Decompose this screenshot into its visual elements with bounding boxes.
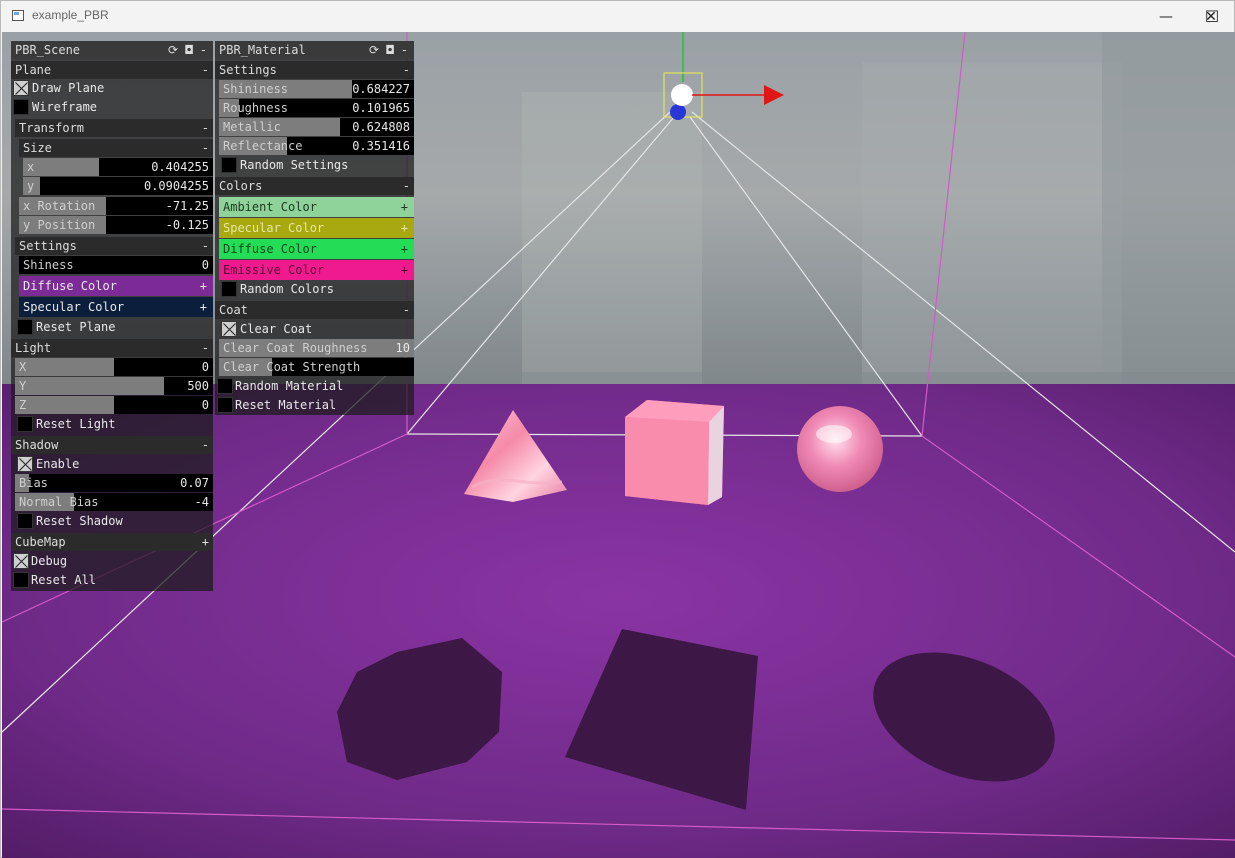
checkbox-icon	[221, 157, 237, 173]
shadow-normal-bias-slider[interactable]: Normal Bias -4	[15, 493, 213, 511]
reset-shadow-toggle[interactable]: Reset Shadow	[15, 512, 213, 530]
metallic-slider[interactable]: Metallic 0.624808	[219, 118, 414, 136]
reset-all-toggle[interactable]: Reset All	[11, 571, 213, 589]
light-y-slider[interactable]: Y 500	[15, 377, 213, 395]
reset-plane-toggle[interactable]: Reset Plane	[15, 318, 213, 336]
app-window: example_PBR — ☐ ✕ PBR_Scene ⟳ ◘ - Plane …	[0, 0, 1235, 858]
checkbox-icon	[217, 397, 233, 413]
emissive-color-picker[interactable]: Emissive Color +	[219, 260, 414, 280]
checkbox-icon	[13, 553, 29, 569]
material-panel-title: PBR_Material	[219, 43, 306, 57]
title-bar[interactable]: example_PBR — ☐	[1, 1, 1234, 32]
light-group-header[interactable]: Light -	[11, 339, 213, 357]
clear-coat-roughness-slider[interactable]: Clear Coat Roughness 10	[219, 339, 414, 357]
colors-group-header[interactable]: Colors -	[215, 177, 414, 195]
checkbox-icon	[221, 321, 237, 337]
plane-specular-color[interactable]: Specular Color +	[19, 297, 213, 317]
material-settings-header[interactable]: Settings -	[215, 61, 414, 79]
light-z-slider[interactable]: Z0	[15, 396, 213, 414]
panel-header-icons: ⟳ ◘ -	[369, 43, 408, 57]
checkbox-icon[interactable]	[13, 80, 29, 96]
ambient-color-picker[interactable]: Ambient Color +	[219, 197, 414, 217]
pbr-material-panel: PBR_Material ⟳ ◘ - Settings - Shininess 0.…	[215, 41, 414, 415]
shininess-slider[interactable]: Shininess 0.684227	[219, 80, 414, 98]
checkbox-icon	[13, 572, 29, 588]
expand-plus-icon: +	[199, 279, 207, 293]
scene-panel-header[interactable]: PBR_Scene ⟳ ◘ -	[11, 41, 213, 59]
3d-viewport[interactable]: PBR_Scene ⟳ ◘ - Plane - Draw Plane Wirefr…	[2, 32, 1235, 858]
sphere-object	[797, 406, 883, 492]
expand-plus-icon: +	[400, 200, 408, 214]
draw-plane-toggle[interactable]: Draw Plane	[11, 79, 213, 97]
coat-group-header[interactable]: Coat -	[215, 301, 414, 319]
checkbox-icon	[17, 513, 33, 529]
expand-plus-icon: +	[400, 242, 408, 256]
light-x-slider[interactable]: X0	[15, 358, 213, 376]
cubemap-debug-toggle[interactable]: Debug	[11, 552, 213, 570]
expand-plus-icon: +	[400, 221, 408, 235]
plane-diffuse-color[interactable]: Diffuse Color +	[19, 276, 213, 296]
cubemap-group-header[interactable]: CubeMap +	[11, 533, 213, 551]
diffuse-color-picker[interactable]: Diffuse Color +	[219, 239, 414, 259]
checkbox-icon[interactable]	[13, 99, 29, 115]
random-settings-toggle[interactable]: Random Settings	[219, 156, 414, 174]
reset-material-toggle[interactable]: Reset Material	[215, 396, 414, 414]
checkbox-icon	[217, 378, 233, 394]
scene-panel-title: PBR_Scene	[15, 43, 81, 57]
clear-coat-strength-slider[interactable]: Clear Coat Strength	[219, 358, 414, 376]
app-icon	[12, 10, 24, 21]
shadow-enable-toggle[interactable]: Enable	[15, 455, 213, 473]
panel-header-icons[interactable]: ⟳ ◘ -	[168, 41, 207, 59]
specular-color-picker[interactable]: Specular Color +	[219, 218, 414, 238]
rotation-slider[interactable]: x Rotation -71.25	[19, 197, 213, 215]
checkbox-icon	[17, 456, 33, 472]
checkbox-icon	[17, 416, 33, 432]
expand-plus-icon: +	[400, 263, 408, 277]
shadow-group-header[interactable]: Shadow -	[11, 436, 213, 454]
position-slider[interactable]: y Position -0.125	[19, 216, 213, 234]
random-material-toggle[interactable]: Random Material	[215, 377, 414, 395]
wireframe-toggle[interactable]: Wireframe	[11, 98, 213, 116]
plane-group-header[interactable]: Plane -	[11, 61, 213, 79]
size-group-header[interactable]: Size -	[19, 139, 213, 157]
transform-group-header[interactable]: Transform -	[15, 119, 213, 137]
reflectance-slider[interactable]: Reflectance 0.351416	[219, 137, 414, 155]
plane-settings-header[interactable]: Settings -	[15, 237, 213, 255]
size-x-slider[interactable]: x 0.404255	[23, 158, 213, 176]
checkbox-icon	[221, 281, 237, 297]
window-title: example_PBR	[32, 8, 109, 22]
reset-light-toggle[interactable]: Reset Light	[15, 415, 213, 433]
plane-shininess-slider[interactable]: Shiness 0	[19, 256, 213, 274]
minimize-button[interactable]: —	[1143, 1, 1189, 32]
expand-plus-icon: +	[199, 300, 207, 314]
material-panel-header[interactable]: PBR_Material ⟳ ◘ -	[215, 41, 414, 59]
clear-coat-toggle[interactable]: Clear Coat	[219, 320, 414, 338]
pbr-scene-panel: PBR_Scene ⟳ ◘ - Plane - Draw Plane Wirefr…	[11, 41, 213, 591]
size-y-slider[interactable]: y 0.0904255	[23, 177, 213, 195]
roughness-slider[interactable]: Roughness 0.101965	[219, 99, 414, 117]
checkbox-icon	[17, 319, 33, 335]
close-button[interactable]: ✕	[1188, 1, 1234, 32]
random-colors-toggle[interactable]: Random Colors	[219, 280, 414, 298]
shadow-bias-slider[interactable]: Bias 0.07	[15, 474, 213, 492]
